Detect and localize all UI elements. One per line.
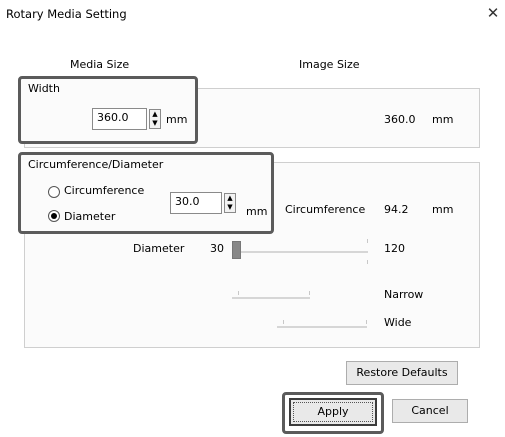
- narrow-track: [232, 297, 310, 299]
- slider-max-label: 120: [384, 242, 405, 255]
- restore-defaults-button[interactable]: Restore Defaults: [346, 361, 458, 385]
- wide-tick: [283, 320, 284, 324]
- image-width-unit: mm: [432, 113, 454, 126]
- title-bar: Rotary Media Setting ✕: [0, 0, 505, 28]
- image-width-value: 360.0: [384, 113, 416, 126]
- slider-tick: [367, 260, 368, 264]
- cancel-button[interactable]: Cancel: [392, 399, 468, 423]
- image-circumference-label: Circumference: [285, 203, 366, 216]
- close-icon[interactable]: ✕: [482, 2, 504, 24]
- image-circumference-value: 94.2: [384, 203, 409, 216]
- circumference-group-label: Circumference/Diameter: [26, 158, 166, 171]
- diameter-radio[interactable]: [48, 210, 60, 222]
- width-spinner[interactable]: ▲ ▼: [149, 109, 161, 129]
- wide-track: [277, 326, 367, 328]
- narrow-tick: [309, 291, 310, 295]
- width-group-label: Width: [26, 82, 62, 95]
- diameter-radio-label: Diameter: [64, 210, 116, 223]
- diameter-spinner[interactable]: ▲ ▼: [224, 193, 236, 213]
- width-unit: mm: [166, 113, 188, 126]
- slider-min-label: 30: [210, 242, 224, 255]
- slider-diameter-label: Diameter: [133, 242, 185, 255]
- width-input[interactable]: 360.0: [92, 108, 147, 130]
- slider-tick: [367, 239, 368, 243]
- wide-tick: [366, 320, 367, 324]
- diameter-slider-thumb[interactable]: [232, 241, 241, 259]
- wide-label: Wide: [384, 316, 412, 329]
- apply-button[interactable]: Apply: [289, 398, 377, 426]
- window-title: Rotary Media Setting: [6, 7, 127, 21]
- circumference-radio-label: Circumference: [64, 184, 145, 197]
- circumference-radio[interactable]: [48, 186, 60, 198]
- diameter-input[interactable]: 30.0: [170, 192, 222, 214]
- image-size-header: Image Size: [299, 58, 360, 71]
- media-size-header: Media Size: [70, 58, 130, 71]
- diameter-unit: mm: [246, 205, 268, 218]
- diameter-slider-track[interactable]: [236, 251, 368, 253]
- narrow-tick: [238, 291, 239, 295]
- image-circumference-unit: mm: [432, 203, 454, 216]
- narrow-label: Narrow: [384, 288, 424, 301]
